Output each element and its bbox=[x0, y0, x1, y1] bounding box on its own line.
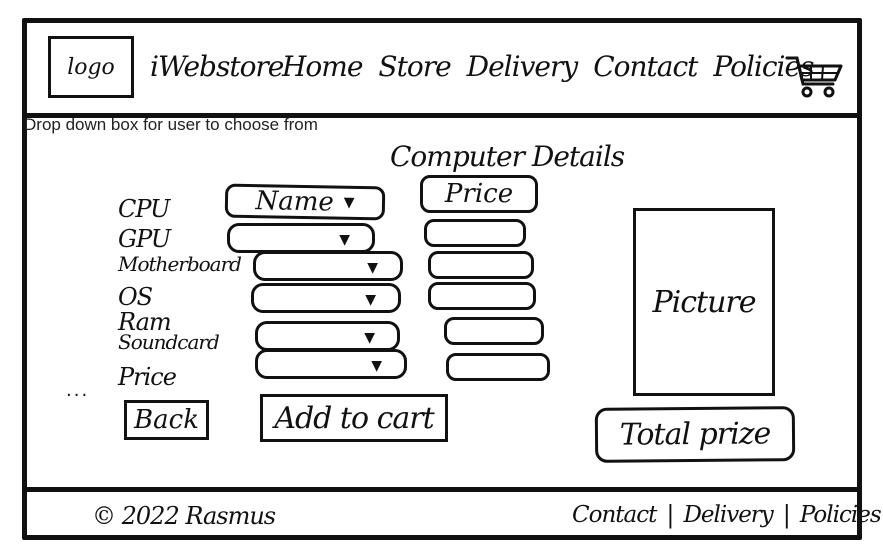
section-title: Computer Details bbox=[390, 140, 625, 173]
add-to-cart-button[interactable]: Add to cart bbox=[260, 394, 448, 442]
footer-links: Contact | Delivery | Policies bbox=[572, 501, 882, 529]
dropdown-os[interactable]: ▼ bbox=[251, 283, 401, 313]
name-dropdown-header[interactable]: Name ▼ bbox=[224, 183, 386, 221]
shopping-cart-icon[interactable] bbox=[785, 52, 845, 100]
logo[interactable]: logo bbox=[48, 36, 134, 98]
dropdown-motherboard[interactable]: ▼ bbox=[253, 251, 403, 281]
chevron-down-icon: ▼ bbox=[365, 292, 376, 308]
logo-label: logo bbox=[67, 54, 115, 80]
picture-label: Picture bbox=[652, 284, 756, 320]
dropdown-gpu[interactable]: ▼ bbox=[227, 223, 375, 253]
dropdown-soundcard[interactable]: ▼ bbox=[255, 349, 407, 379]
price-field bbox=[428, 251, 534, 279]
separator: | bbox=[666, 501, 674, 529]
chevron-down-icon: ▼ bbox=[371, 358, 382, 374]
copyright: © 2022 Rasmus bbox=[92, 502, 276, 530]
brand-name: iWebstore bbox=[150, 50, 284, 83]
instruction-note: Drop down box for user to choose from bbox=[24, 115, 318, 134]
name-header-label: Name bbox=[255, 186, 335, 218]
product-picture: Picture bbox=[633, 208, 775, 396]
price-field bbox=[444, 317, 544, 345]
chevron-down-icon: ▼ bbox=[339, 232, 350, 248]
label-os: OS bbox=[118, 283, 153, 311]
ellipsis: ... bbox=[66, 380, 90, 401]
label-gpu: GPU bbox=[118, 225, 171, 253]
nav-home[interactable]: Home bbox=[282, 50, 363, 83]
chevron-down-icon: ▼ bbox=[343, 194, 355, 211]
nav-store[interactable]: Store bbox=[378, 50, 451, 83]
price-header: Price bbox=[420, 175, 538, 213]
label-price: Price bbox=[118, 363, 177, 391]
nav-contact[interactable]: Contact bbox=[593, 50, 698, 83]
chevron-down-icon: ▼ bbox=[364, 330, 375, 346]
price-field bbox=[446, 353, 550, 381]
chevron-down-icon: ▼ bbox=[367, 260, 378, 276]
label-motherboard: Motherboard bbox=[118, 252, 242, 276]
footer-link-delivery[interactable]: Delivery bbox=[683, 502, 773, 528]
dropdown-ram[interactable]: ▼ bbox=[255, 321, 400, 351]
footer-link-policies[interactable]: Policies bbox=[800, 502, 882, 528]
price-field bbox=[428, 282, 536, 310]
label-cpu: CPU bbox=[118, 195, 170, 223]
separator: | bbox=[782, 501, 791, 529]
main-navigation: Home Store Delivery Contact Policies bbox=[282, 50, 814, 83]
nav-delivery[interactable]: Delivery bbox=[467, 50, 579, 83]
label-soundcard: Soundcard bbox=[118, 330, 220, 354]
footer-link-contact[interactable]: Contact bbox=[572, 502, 657, 528]
back-button[interactable]: Back bbox=[124, 400, 209, 440]
price-field bbox=[424, 219, 526, 247]
total-price-box: Total prize bbox=[594, 406, 796, 463]
